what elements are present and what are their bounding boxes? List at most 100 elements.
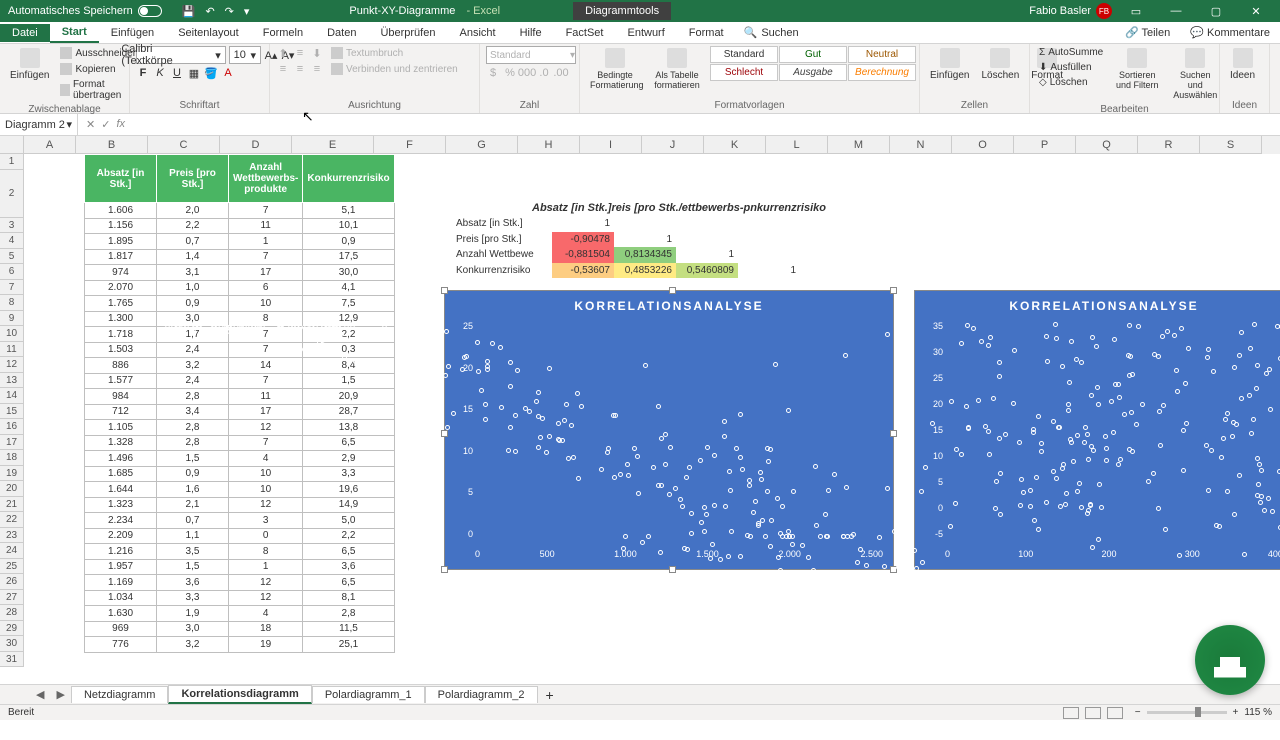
row-head-13[interactable]: 13	[0, 373, 24, 389]
tab-datei[interactable]: Datei	[0, 24, 50, 42]
data-cell[interactable]: 6,5	[303, 544, 394, 560]
chart-correlation-2[interactable]: KORRELATIONSANALYSE 35302520151050-5 010…	[914, 290, 1280, 570]
format-painter-button[interactable]: Format übertragen	[57, 78, 141, 102]
data-cell[interactable]: 3	[229, 513, 303, 529]
row-head-6[interactable]: 6	[0, 264, 24, 280]
sheet-nav-next[interactable]: ▶	[50, 688, 70, 701]
data-cell[interactable]: 3,6	[157, 575, 229, 591]
row-head-4[interactable]: 4	[0, 233, 24, 249]
data-cell[interactable]: 2,2	[303, 528, 394, 544]
tab-entwurf[interactable]: Entwurf	[615, 24, 676, 42]
col-head-M[interactable]: M	[828, 136, 890, 154]
align-right-icon[interactable]: ≡	[310, 62, 324, 76]
row-head-15[interactable]: 15	[0, 404, 24, 420]
data-cell[interactable]: 0	[229, 528, 303, 544]
conditional-formatting-button[interactable]: Bedingte Formatierung	[586, 46, 644, 92]
data-cell[interactable]: 0,7	[157, 234, 229, 250]
corr-row-label[interactable]: Anzahl Wettbewe	[452, 247, 552, 263]
data-cell[interactable]: 1.034	[85, 590, 157, 606]
undo-icon[interactable]: ↶	[205, 5, 214, 18]
tab-hilfe[interactable]: Hilfe	[508, 24, 554, 42]
dec-decimal-icon[interactable]: .00	[554, 66, 568, 80]
row-head-1[interactable]: 1	[0, 154, 24, 170]
corr-row-label[interactable]: Absatz [in Stk.]	[452, 216, 552, 232]
col-head-C[interactable]: C	[148, 136, 220, 154]
data-cell[interactable]: 10	[229, 466, 303, 482]
data-cell[interactable]: 10,1	[303, 218, 394, 234]
data-cell[interactable]: 2,4	[157, 373, 229, 389]
data-cell[interactable]: 1,1	[157, 528, 229, 544]
data-cell[interactable]: 19	[229, 637, 303, 653]
row-head-22[interactable]: 22	[0, 512, 24, 528]
row-head-30[interactable]: 30	[0, 636, 24, 652]
comments-button[interactable]: 💬 Kommentare	[1180, 26, 1280, 39]
name-box[interactable]: Diagramm 2▾	[0, 114, 78, 135]
data-cell[interactable]: 7	[229, 203, 303, 219]
data-cell[interactable]: 12	[229, 497, 303, 513]
row-head-2[interactable]: 2	[0, 170, 24, 218]
data-cell[interactable]: 0,3	[303, 342, 394, 358]
align-bottom-icon[interactable]: ⬇	[310, 46, 324, 60]
autosum-button[interactable]: ΣAutoSumme	[1036, 46, 1106, 59]
data-cell[interactable]: 17,5	[303, 249, 394, 265]
data-cell[interactable]: 2.209	[85, 528, 157, 544]
data-cell[interactable]: 5,1	[303, 203, 394, 219]
data-cell[interactable]: 2,4	[157, 342, 229, 358]
data-cell[interactable]: 1,5	[303, 373, 394, 389]
data-cell[interactable]: 1.328	[85, 435, 157, 451]
corr-cell[interactable]: 1	[552, 216, 614, 232]
data-cell[interactable]: 18	[229, 621, 303, 637]
row-head-31[interactable]: 31	[0, 652, 24, 668]
sheet-nav-prev[interactable]: ◀	[30, 688, 50, 701]
find-select-button[interactable]: Suchen und Auswählen	[1168, 46, 1222, 102]
col-head-K[interactable]: K	[704, 136, 766, 154]
row-head-20[interactable]: 20	[0, 481, 24, 497]
data-cell[interactable]: 3,3	[157, 590, 229, 606]
data-cell[interactable]: 984	[85, 389, 157, 405]
data-cell[interactable]: 3,0	[157, 621, 229, 637]
select-all-corner[interactable]	[0, 136, 24, 154]
row-head-16[interactable]: 16	[0, 419, 24, 435]
data-cell[interactable]: 3,3	[303, 466, 394, 482]
data-cell[interactable]: 7	[229, 435, 303, 451]
row-head-7[interactable]: 7	[0, 280, 24, 296]
data-cell[interactable]: 712	[85, 404, 157, 420]
corr-cell[interactable]: 1	[676, 247, 738, 263]
data-cell[interactable]: 7,5	[303, 296, 394, 312]
search-box[interactable]: 🔍 Suchen	[736, 26, 807, 39]
formula-bar[interactable]	[133, 114, 1280, 135]
row-head-9[interactable]: 9	[0, 311, 24, 327]
data-cell[interactable]: 0,9	[157, 296, 229, 312]
col-head-B[interactable]: B	[76, 136, 148, 154]
maximize-icon[interactable]: ▢	[1200, 5, 1232, 18]
data-cell[interactable]: 3,2	[157, 637, 229, 653]
col-head-J[interactable]: J	[642, 136, 704, 154]
row-head-28[interactable]: 28	[0, 605, 24, 621]
data-cell[interactable]: 11	[229, 218, 303, 234]
insert-cell-button[interactable]: Einfügen	[926, 46, 973, 83]
col-head-Q[interactable]: Q	[1076, 136, 1138, 154]
col-head-N[interactable]: N	[890, 136, 952, 154]
data-cell[interactable]: 1.957	[85, 559, 157, 575]
page-break-view-icon[interactable]	[1107, 707, 1123, 719]
align-left-icon[interactable]: ≡	[276, 62, 290, 76]
data-cell[interactable]: 17	[229, 404, 303, 420]
row-head-27[interactable]: 27	[0, 590, 24, 606]
data-cell[interactable]: 6	[229, 280, 303, 296]
row-head-19[interactable]: 19	[0, 466, 24, 482]
format-as-table-button[interactable]: Als Tabelle formatieren	[648, 46, 706, 92]
row-head-21[interactable]: 21	[0, 497, 24, 513]
data-cell[interactable]: 1,6	[157, 482, 229, 498]
corr-cell[interactable]	[676, 216, 738, 232]
italic-button[interactable]: K	[153, 66, 167, 80]
row-head-14[interactable]: 14	[0, 388, 24, 404]
merge-center-button[interactable]: Verbinden und zentrieren	[328, 62, 461, 76]
row-head-11[interactable]: 11	[0, 342, 24, 358]
zoom-level[interactable]: 115 %	[1244, 707, 1272, 718]
data-cell[interactable]: 1	[229, 234, 303, 250]
data-cell[interactable]: 2,1	[157, 497, 229, 513]
ribbon-options-icon[interactable]: ▭	[1120, 5, 1152, 18]
row-head-17[interactable]: 17	[0, 435, 24, 451]
data-cell[interactable]: 969	[85, 621, 157, 637]
corr-cell[interactable]: -0,90478	[552, 232, 614, 248]
